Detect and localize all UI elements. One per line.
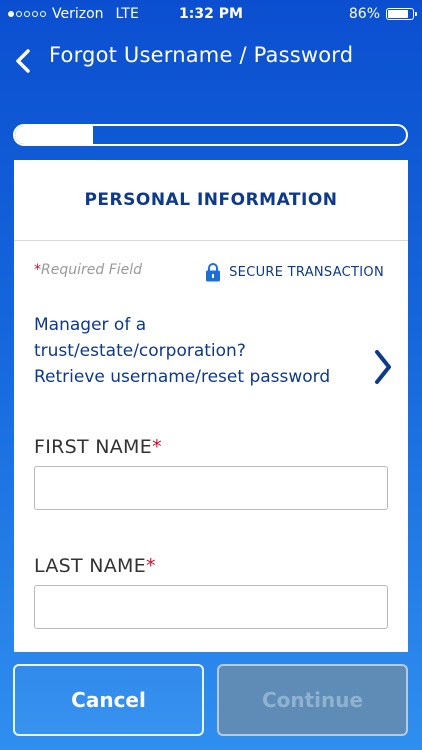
chevron-right-icon xyxy=(375,350,391,384)
link-line: Retrieve username/reset password xyxy=(34,367,331,387)
last-name-label-text: LAST NAME xyxy=(34,555,147,577)
cancel-button[interactable]: Cancel xyxy=(13,664,204,736)
form-card: PERSONAL INFORMATION *Required Field SEC… xyxy=(14,160,408,652)
back-button[interactable] xyxy=(10,44,38,78)
trust-estate-corporation-link[interactable]: Manager of a trust/estate/corporation? R… xyxy=(34,312,394,392)
continue-button[interactable]: Continue xyxy=(217,664,408,736)
status-bar: Verizon LTE 1:32 PM 86% xyxy=(0,0,422,30)
last-name-field[interactable] xyxy=(34,585,388,629)
link-line: Manager of a xyxy=(34,315,147,335)
card-title: PERSONAL INFORMATION xyxy=(84,190,338,210)
required-star: * xyxy=(146,555,156,577)
required-star: * xyxy=(152,436,162,458)
navigation-bar: Forgot Username / Password xyxy=(0,30,422,90)
card-header: PERSONAL INFORMATION xyxy=(14,160,408,241)
chevron-left-icon xyxy=(16,49,30,73)
battery-percent: 86% xyxy=(348,6,380,22)
required-row: *Required Field SECURE TRANSACTION xyxy=(34,262,384,282)
first-name-label-text: FIRST NAME xyxy=(34,436,153,458)
required-star: * xyxy=(34,262,41,278)
link-line: trust/estate/corporation? xyxy=(34,341,246,361)
first-name-label: FIRST NAME* xyxy=(34,436,162,458)
battery-level xyxy=(388,10,409,18)
last-name-label: LAST NAME* xyxy=(34,555,156,577)
required-field-note: *Required Field xyxy=(34,262,142,278)
status-bar-right: 86% xyxy=(348,6,417,22)
secure-transaction-text: SECURE TRANSACTION xyxy=(229,264,384,280)
page-title: Forgot Username / Password xyxy=(49,43,354,67)
first-name-field[interactable] xyxy=(34,466,388,510)
link-text: Manager of a trust/estate/corporation? R… xyxy=(34,312,394,390)
secure-transaction: SECURE TRANSACTION xyxy=(205,262,384,282)
required-field-text: Required Field xyxy=(41,262,143,278)
battery-icon xyxy=(386,8,417,20)
progress-fill xyxy=(15,126,94,144)
progress-bar xyxy=(13,124,408,146)
lock-icon xyxy=(206,263,221,282)
